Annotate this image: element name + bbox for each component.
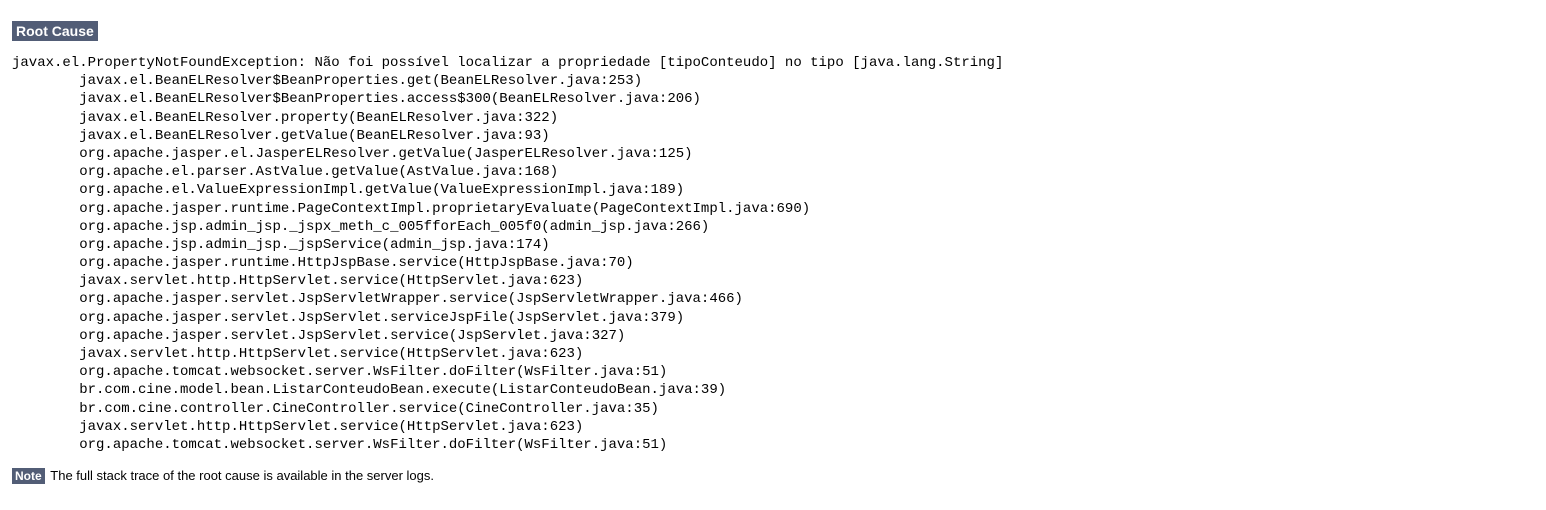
note-row: Note The full stack trace of the root ca… [12, 468, 1534, 484]
note-text: The full stack trace of the root cause i… [50, 468, 434, 483]
note-label: Note [12, 468, 45, 484]
root-cause-header: Root Cause [12, 21, 98, 41]
stack-trace: javax.el.PropertyNotFoundException: Não … [12, 54, 1534, 454]
